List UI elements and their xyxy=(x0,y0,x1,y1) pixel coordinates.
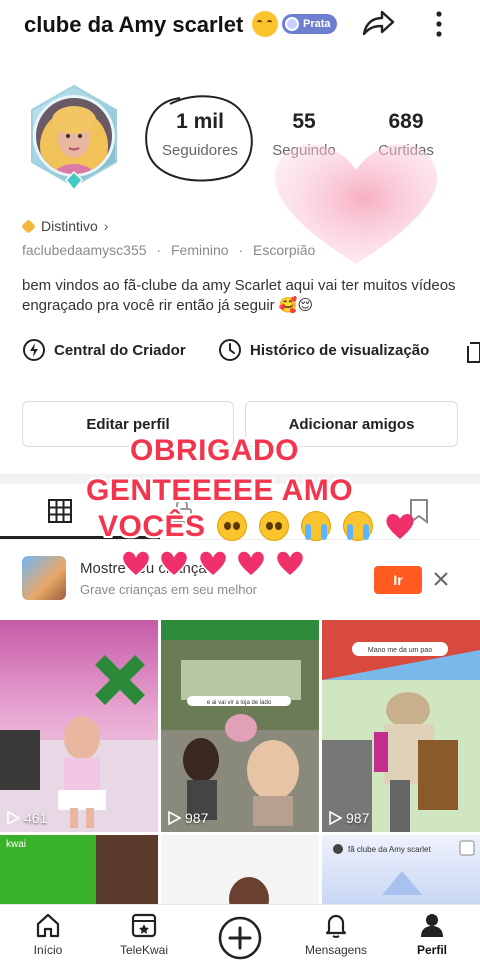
nav-telekwai[interactable]: TeleKwai xyxy=(96,905,192,968)
shortcut-row: Central do Criador Histórico de visualiz… xyxy=(22,338,480,364)
heart-emoji-icon xyxy=(275,550,305,577)
profile-avatar[interactable] xyxy=(20,82,128,194)
promo-thumbnail xyxy=(22,556,66,600)
video-preview-image: fã clube da Amy scarlet xyxy=(333,840,475,895)
nav-messages[interactable]: Mensagens xyxy=(288,905,384,968)
crying-face-emoji-icon xyxy=(301,511,332,541)
badge-link[interactable]: Distintivo › xyxy=(21,218,109,234)
video-preview-image xyxy=(229,877,269,904)
play-count: 461 xyxy=(6,810,47,826)
play-count: 987 xyxy=(167,810,208,826)
gender: Feminino xyxy=(170,242,229,258)
nav-profile-label: Perfil xyxy=(416,943,447,957)
telekwai-icon xyxy=(131,913,157,938)
followers-count: 1 mil xyxy=(176,110,224,133)
video-thumbnail[interactable]: kwai xyxy=(0,835,158,904)
stat-followers[interactable]: 1 mil Seguidores xyxy=(160,110,240,159)
meta-separator: · xyxy=(156,242,162,258)
play-icon xyxy=(7,811,20,825)
overlay-text-line3: VOCÊS xyxy=(98,510,416,544)
clipboard-icon[interactable] xyxy=(466,340,480,364)
heart-emoji-icon xyxy=(237,550,266,577)
avatar-frame xyxy=(31,84,117,192)
heart-emoji-icon xyxy=(121,550,151,577)
chevron-right-icon: › xyxy=(103,218,109,234)
overlay-text-line1: OBRIGADO xyxy=(130,434,299,467)
pleading-face-emoji-icon xyxy=(259,511,290,541)
share-icon[interactable] xyxy=(360,8,396,40)
watch-history-link[interactable]: Histórico de visualização xyxy=(218,338,429,362)
promo-go-button[interactable]: Ir xyxy=(374,566,422,594)
video-thumbnail[interactable]: fã clube da Amy scarlet xyxy=(322,835,480,904)
video-caption: e ai vai vir a loja de lado xyxy=(207,700,272,706)
play-icon xyxy=(168,811,181,825)
video-caption: Mano me da um pao xyxy=(368,647,432,654)
history-clock-icon xyxy=(219,339,241,361)
bell-icon xyxy=(325,914,347,938)
pleading-face-emoji-icon xyxy=(217,511,248,541)
badge-hexagon-icon xyxy=(21,218,36,234)
play-icon xyxy=(329,811,342,825)
play-count: 987 xyxy=(328,810,369,826)
nav-home-label: Início xyxy=(33,943,63,957)
meta-separator: · xyxy=(238,242,244,258)
zodiac-sign: Escorpião xyxy=(253,242,316,258)
profile-meta: faclubedaamysc355 · Feminino · Escorpião xyxy=(22,242,315,258)
followers-label: Seguidores xyxy=(162,142,238,159)
creator-center-icon xyxy=(23,339,45,361)
top-bar: clube da Amy scarlet Prata xyxy=(0,0,480,52)
nav-telekwai-label: TeleKwai xyxy=(119,943,169,957)
heart-emoji-icon xyxy=(198,550,228,577)
badge-link-label: Distintivo xyxy=(41,218,98,234)
level-badge[interactable]: Prata xyxy=(282,14,337,34)
promo-subtitle: Grave crianças em seu melhor xyxy=(80,582,258,597)
more-options-icon[interactable] xyxy=(428,8,450,40)
username: faclubedaamysc355 xyxy=(22,242,147,258)
bottom-navigation: Início TeleKwai Mensagens Perfil xyxy=(0,904,480,968)
heart-emoji-icon xyxy=(160,550,189,577)
creator-center-label: Central do Criador xyxy=(54,341,186,359)
play-count-value: 987 xyxy=(346,810,370,826)
home-icon xyxy=(36,913,60,938)
watermark-caption: kwai xyxy=(6,839,26,850)
watch-history-label: Histórico de visualização xyxy=(250,341,430,359)
video-thumbnail[interactable]: 461 xyxy=(0,620,158,832)
page-title: clube da Amy scarlet xyxy=(24,12,244,37)
profile-bio: bem vindos ao fã-clube da amy Scarlet aq… xyxy=(22,277,456,314)
overlay-text-line2: GENTEEEEE AMO xyxy=(86,474,354,507)
video-thumbnail[interactable]: Mano me da um pao 987 xyxy=(322,620,480,832)
nav-create[interactable] xyxy=(192,905,288,968)
nav-messages-label: Mensagens xyxy=(304,943,368,957)
profile-icon xyxy=(421,914,443,937)
video-preview-image: kwai xyxy=(0,835,158,904)
video-caption: fã clube da Amy scarlet xyxy=(348,845,431,854)
creator-center-link[interactable]: Central do Criador xyxy=(22,338,186,362)
close-icon[interactable] xyxy=(432,566,450,592)
nav-profile[interactable]: Perfil xyxy=(384,905,480,968)
play-count-value: 987 xyxy=(185,810,209,826)
heart-emoji-icon xyxy=(386,513,414,539)
video-grid: 461 e ai vai vir a loja de lado 987 Mano… xyxy=(0,620,480,904)
crying-face-emoji-icon xyxy=(342,511,373,541)
play-count-value: 461 xyxy=(24,810,48,826)
overlay-hearts-row xyxy=(118,548,306,578)
badge-label: Prata xyxy=(303,18,331,30)
video-preview-image: e ai vai vir a loja de lado xyxy=(161,620,319,832)
video-preview-image: Mano me da um pao xyxy=(322,620,480,832)
nav-home[interactable]: Início xyxy=(0,905,96,968)
create-plus-icon xyxy=(218,916,262,960)
video-thumbnail[interactable] xyxy=(161,835,319,904)
overlay-text-line3-words: VOCÊS xyxy=(98,510,206,543)
video-thumbnail[interactable]: e ai vai vir a loja de lado 987 xyxy=(161,620,319,832)
smiling-face-emoji-icon xyxy=(252,11,278,37)
video-preview-image xyxy=(0,655,158,832)
tab-grid-icon[interactable] xyxy=(47,498,73,524)
badge-medal-icon xyxy=(285,17,299,31)
